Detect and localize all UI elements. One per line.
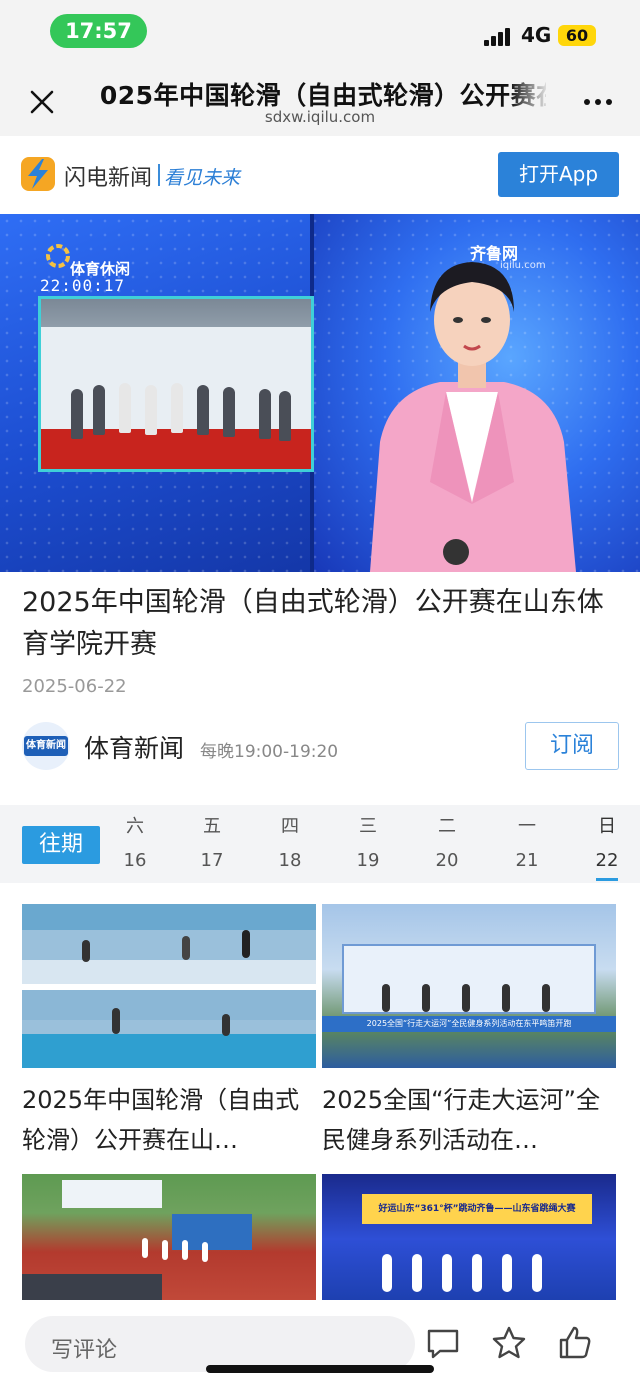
thumbnail-banner: 2025全国“行走大运河”全民健身系列活动在东平鸣笛开跑 bbox=[322, 1016, 616, 1032]
star-icon[interactable] bbox=[490, 1324, 528, 1362]
program-avatar[interactable]: 体育新闻 bbox=[22, 722, 70, 770]
day-tab[interactable]: 一 21 bbox=[502, 814, 552, 874]
program-schedule: 每晚19:00-19:20 bbox=[200, 742, 339, 762]
program-avatar-text: 体育新闻 bbox=[24, 736, 68, 756]
video-thumbnail: 好运山东“361°杯”跳动齐鲁——山东省跳绳大赛 bbox=[322, 1174, 616, 1304]
video-thumbnail bbox=[22, 1174, 316, 1304]
signal-icon bbox=[484, 26, 514, 46]
page-title: 2025年中国轮滑（自由式轮滑）公开赛在山东体育学院开赛 bbox=[100, 81, 546, 110]
program-name[interactable]: 体育新闻 bbox=[84, 729, 184, 765]
day-tab[interactable]: 六 16 bbox=[110, 814, 160, 874]
network-type: 4G bbox=[521, 23, 552, 47]
day-tab[interactable]: 五 17 bbox=[187, 814, 237, 874]
comment-input[interactable]: 写评论 bbox=[25, 1316, 415, 1372]
comment-placeholder: 写评论 bbox=[51, 1338, 118, 1363]
page-url: sdxw.iqilu.com bbox=[264, 108, 376, 126]
day-tab[interactable]: 四 18 bbox=[265, 814, 315, 874]
video-timecode: 22:00:17 bbox=[40, 276, 126, 295]
subscribe-button[interactable]: 订阅 bbox=[525, 722, 619, 770]
app-download-banner: 闪电新闻 看见未来 打开App bbox=[0, 136, 640, 214]
browser-nav-bar: 2025年中国轮滑（自由式轮滑）公开赛在山东体育学院开赛 sdxw.iqilu.… bbox=[0, 64, 640, 136]
brand-name: 闪电新闻 bbox=[64, 166, 153, 191]
status-time: 17:57 bbox=[50, 14, 147, 48]
status-bar: 17:57 4G 60 bbox=[0, 0, 640, 64]
brand-slogan: 看见未来 bbox=[164, 167, 241, 189]
open-app-button[interactable]: 打开App bbox=[498, 152, 619, 197]
video-thumbnail: 2025全国“行走大运河”全民健身系列活动在东平鸣笛开跑 bbox=[322, 904, 616, 1068]
article-title: 2025年中国轮滑（自由式轮滑）公开赛在山东体育学院开赛 bbox=[22, 587, 604, 660]
article-date: 2025-06-22 bbox=[22, 676, 127, 697]
news-anchor-image bbox=[370, 262, 576, 572]
day-tab[interactable]: 二 20 bbox=[422, 814, 472, 874]
day-tab[interactable]: 三 19 bbox=[343, 814, 393, 874]
day-tab-active[interactable]: 日 22 bbox=[582, 814, 632, 874]
more-icon[interactable] bbox=[580, 88, 616, 112]
lightning-logo-icon bbox=[21, 157, 55, 191]
video-card-title: 2025全国“行走大运河”全民健身系列活动在… bbox=[322, 1086, 600, 1154]
video-card-title: 2025年中国轮滑（自由式轮滑）公开赛在山… bbox=[22, 1086, 300, 1154]
video-thumbnail bbox=[22, 904, 316, 1068]
home-indicator bbox=[206, 1365, 434, 1373]
active-day-indicator bbox=[596, 878, 618, 881]
video-inset-image bbox=[38, 296, 314, 472]
video-player[interactable]: 体育休闲 22:00:17 齐鲁网 iqilu.com bbox=[0, 214, 640, 572]
like-icon[interactable] bbox=[556, 1324, 594, 1362]
comment-icon[interactable] bbox=[424, 1324, 462, 1362]
battery-icon: 60 bbox=[558, 25, 596, 46]
thumbnail-banner: 好运山东“361°杯”跳动齐鲁——山东省跳绳大赛 bbox=[362, 1194, 592, 1224]
past-episodes-label[interactable]: 往期 bbox=[22, 826, 100, 864]
